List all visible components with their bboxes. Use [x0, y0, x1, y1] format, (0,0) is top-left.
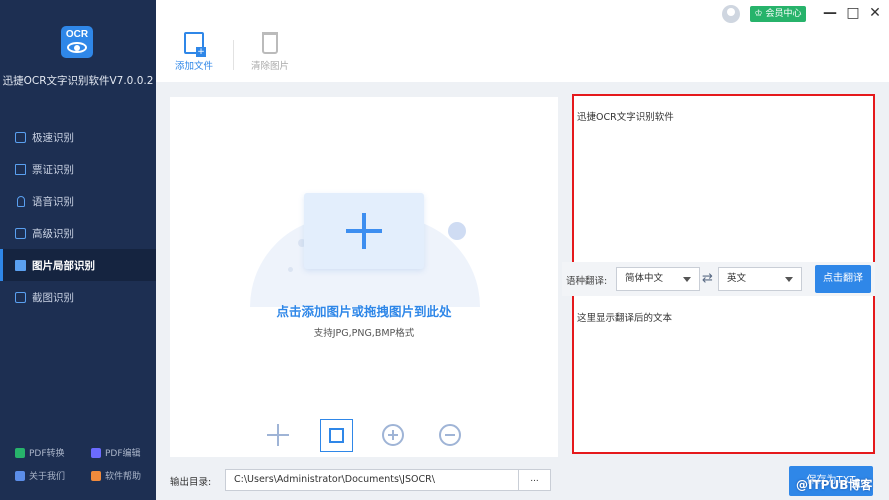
sidebar-item-advanced[interactable]: 高级识别: [0, 217, 156, 249]
member-center-button[interactable]: ♔ 会员中心: [750, 6, 806, 22]
help-link[interactable]: 软件帮助: [91, 469, 151, 482]
target-language-select[interactable]: 英文: [718, 267, 802, 291]
pdf-convert-label: PDF转换: [29, 449, 65, 459]
sidebar-item-image-region[interactable]: 图片局部识别: [0, 249, 156, 281]
crown-icon: ♔: [754, 9, 763, 19]
zoom-in-icon[interactable]: [382, 424, 404, 446]
sidebar-item-speed[interactable]: 极速识别: [0, 121, 156, 153]
eye-icon: [67, 42, 87, 53]
about-label: 关于我们: [29, 472, 66, 482]
about-link[interactable]: 关于我们: [15, 469, 91, 482]
supported-formats: 支持JPG,PNG,BMP格式: [313, 328, 415, 339]
maximize-button[interactable]: □: [844, 4, 862, 22]
pdf-convert-icon: [15, 447, 25, 458]
result-panel: 迅捷OCR文字识别软件 语种翻译: 简体中文 ⇄ 英文 点击翻译 这里显示翻译后…: [562, 94, 875, 454]
user-avatar-icon[interactable]: [722, 5, 740, 23]
sidebar-item-label: 语音识别: [32, 195, 74, 208]
ticket-icon: [15, 163, 26, 175]
sidebar-item-voice[interactable]: 语音识别: [0, 185, 156, 217]
add-file-icon: [184, 32, 206, 57]
pdf-convert-link[interactable]: PDF转换: [15, 446, 91, 459]
microphone-icon: [17, 195, 25, 207]
close-button[interactable]: ✕: [866, 4, 884, 22]
add-file-label: 添加文件: [174, 61, 213, 72]
sidebar-item-label: 票证识别: [32, 163, 74, 176]
translate-button[interactable]: 点击翻译: [815, 265, 871, 293]
sidebar-item-label: 极速识别: [32, 131, 74, 144]
clear-image-button[interactable]: 清除图片: [242, 32, 298, 72]
ocr-result-text[interactable]: 迅捷OCR文字识别软件: [577, 109, 674, 123]
pdf-edit-link[interactable]: PDF编辑: [91, 446, 151, 459]
advanced-icon: [15, 227, 26, 239]
title-bar: ♔ 会员中心 — □ ✕: [156, 0, 889, 28]
about-icon: [15, 470, 25, 481]
output-dir-label: 输出目录:: [170, 477, 212, 488]
translate-label: 语种翻译:: [566, 276, 608, 287]
sidebar-footer: PDF转换 PDF编辑 关于我们 软件帮助: [15, 446, 150, 482]
image-drop-panel[interactable]: 点击添加图片或拖拽图片到此处 支持JPG,PNG,BMP格式: [170, 97, 558, 457]
sidebar-item-screenshot[interactable]: 截图识别: [0, 281, 156, 313]
pdf-edit-icon: [91, 447, 101, 458]
minimize-button[interactable]: —: [821, 4, 839, 22]
upload-illustration: [250, 177, 480, 307]
zoom-out-icon[interactable]: [439, 424, 461, 446]
screenshot-icon: [15, 291, 26, 303]
toolbar-divider: [233, 40, 234, 70]
watermark: @ITPUB博客: [796, 478, 873, 492]
image-icon: [15, 259, 26, 271]
logo-text: OCR: [65, 29, 89, 40]
clear-image-label: 清除图片: [250, 61, 289, 72]
sidebar-item-label: 图片局部识别: [32, 259, 95, 272]
toolbar: 添加文件 清除图片: [156, 28, 889, 82]
add-file-button[interactable]: 添加文件: [166, 32, 222, 72]
sidebar-nav: 极速识别 票证识别 语音识别 高级识别 图片局部识别 截图识别: [0, 121, 156, 313]
translation-output[interactable]: 这里显示翻译后的文本: [577, 310, 672, 324]
upload-prompt[interactable]: 点击添加图片或拖拽图片到此处: [170, 301, 558, 320]
pdf-edit-label: PDF编辑: [105, 449, 141, 459]
browse-button[interactable]: ...: [519, 469, 551, 491]
output-dir-input[interactable]: C:\Users\Administrator\Documents\JSOCR\: [225, 469, 519, 491]
help-icon: [91, 470, 101, 481]
illustration-dot: [288, 267, 293, 272]
speed-icon: [15, 131, 26, 143]
plus-icon: [346, 213, 382, 249]
translate-bar: 语种翻译: 简体中文 ⇄ 英文 点击翻译: [562, 262, 875, 296]
app-logo: OCR: [61, 26, 93, 58]
crop-icon[interactable]: [320, 419, 353, 452]
move-icon[interactable]: [263, 420, 293, 450]
sidebar: OCR 迅捷OCR文字识别软件V7.0.0.2 极速识别 票证识别 语音识别 高…: [0, 0, 156, 500]
sidebar-item-label: 高级识别: [32, 227, 74, 240]
planet-icon: [448, 222, 466, 240]
crop-frame: [329, 428, 344, 443]
swap-icon[interactable]: ⇄: [702, 271, 713, 286]
sidebar-item-label: 截图识别: [32, 291, 74, 304]
source-language-select[interactable]: 简体中文: [616, 267, 700, 291]
trash-icon: [262, 32, 278, 54]
app-title: 迅捷OCR文字识别软件V7.0.0.2: [2, 75, 154, 87]
member-center-label: 会员中心: [765, 9, 802, 19]
help-label: 软件帮助: [105, 472, 142, 482]
sidebar-item-ticket[interactable]: 票证识别: [0, 153, 156, 185]
